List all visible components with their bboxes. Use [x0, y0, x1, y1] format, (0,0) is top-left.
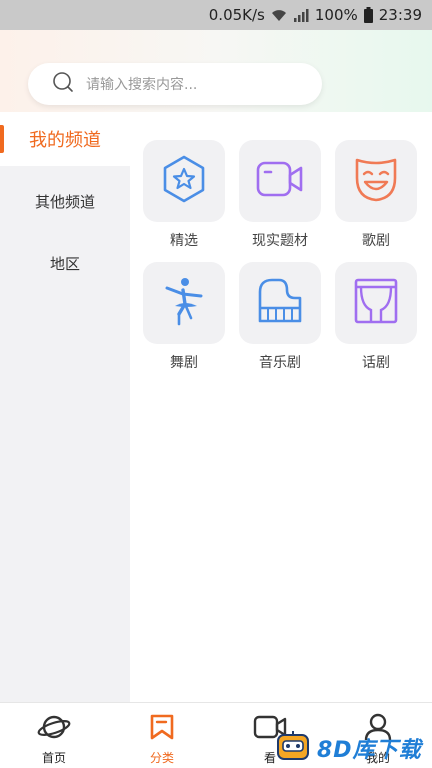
- stage-curtain-icon: [351, 276, 401, 330]
- tab-home[interactable]: 首页: [0, 703, 108, 768]
- channel-tile: [143, 140, 225, 222]
- channel-tile: [335, 262, 417, 344]
- sidebar-item-other-channels[interactable]: 其他频道: [0, 174, 130, 228]
- clock: 23:39: [378, 6, 422, 24]
- battery-icon: [363, 7, 373, 23]
- star-badge-icon: [159, 154, 209, 208]
- channel-tile: [335, 140, 417, 222]
- search-bar[interactable]: 请输入搜索内容...: [28, 63, 322, 105]
- watermark-text: 8D库下载: [317, 738, 422, 763]
- channel-realism[interactable]: 现实题材: [239, 140, 321, 250]
- sidebar-item-region[interactable]: 地区: [0, 236, 130, 290]
- channel-label: 话剧: [362, 355, 390, 371]
- channel-dance-drama[interactable]: 舞剧: [143, 262, 225, 372]
- channel-sidebar: 我的频道 其他频道 地区: [0, 112, 130, 702]
- robot-logo-icon: [275, 729, 311, 767]
- channel-label: 舞剧: [170, 355, 198, 371]
- tab-category[interactable]: 分类: [108, 703, 216, 768]
- channel-label: 现实题材: [252, 233, 308, 249]
- channel-musical[interactable]: 音乐剧: [239, 262, 321, 372]
- opera-mask-icon: [351, 154, 401, 208]
- channel-label: 歌剧: [362, 233, 390, 249]
- channel-label: 精选: [170, 233, 198, 249]
- bookmark-icon: [149, 713, 175, 745]
- search-icon: [52, 71, 74, 97]
- channel-drama[interactable]: 话剧: [335, 262, 417, 372]
- channel-featured[interactable]: 精选: [143, 140, 225, 250]
- piano-icon: [255, 276, 305, 330]
- channel-opera[interactable]: 歌剧: [335, 140, 417, 250]
- video-camera-icon: [254, 157, 306, 205]
- battery-percent: 100%: [314, 6, 358, 24]
- sidebar-item-my-channels[interactable]: 我的频道: [0, 112, 130, 166]
- channel-tile: [143, 262, 225, 344]
- signal-icon: [293, 8, 309, 22]
- channel-tile: [239, 262, 321, 344]
- channel-label: 音乐剧: [259, 355, 301, 371]
- ballet-dancer-icon: [159, 274, 209, 332]
- header: 请输入搜索内容...: [0, 30, 432, 112]
- tab-label: 分类: [149, 751, 174, 765]
- wifi-icon: [271, 8, 287, 22]
- network-speed: 0.05K/s: [208, 6, 265, 24]
- planet-icon: [37, 713, 71, 745]
- channel-tile: [239, 140, 321, 222]
- search-input[interactable]: 请输入搜索内容...: [86, 74, 197, 94]
- tab-label: 首页: [41, 751, 66, 765]
- watermark: 8D库下载: [275, 728, 432, 768]
- status-bar: 0.05K/s 100% 23:39: [0, 0, 432, 30]
